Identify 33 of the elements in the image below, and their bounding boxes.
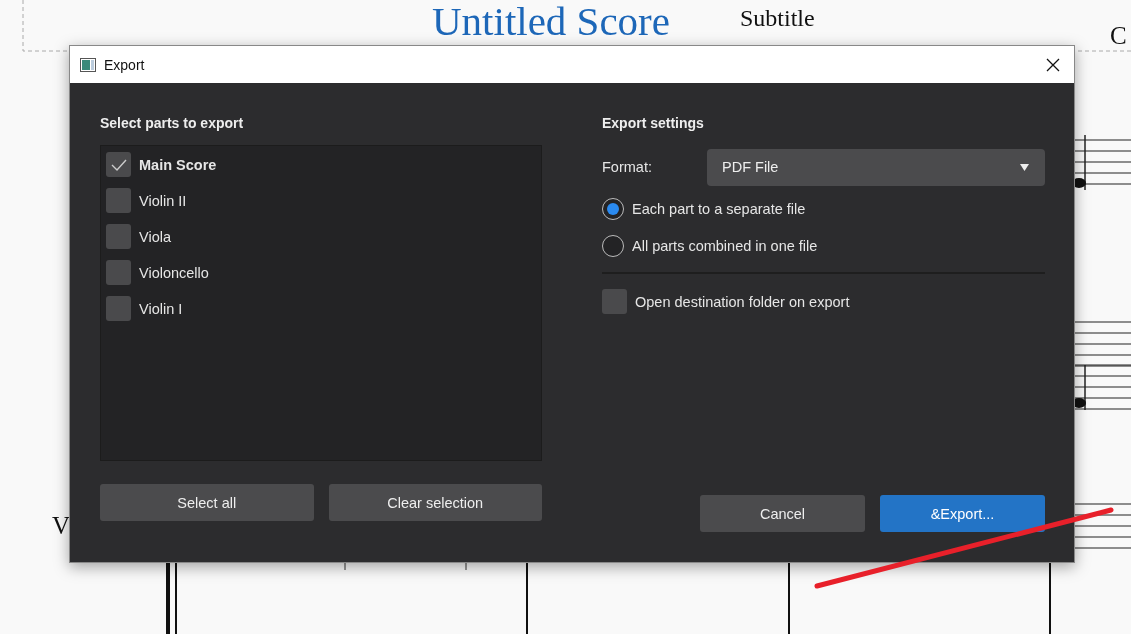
select-all-button[interactable]: Select all — [100, 484, 314, 521]
cancel-button[interactable]: Cancel — [700, 495, 865, 532]
part-label[interactable]: Viola — [139, 228, 171, 245]
radio-label[interactable]: All parts combined in one file — [632, 238, 818, 254]
part-label[interactable]: Violoncello — [139, 264, 209, 281]
export-button[interactable]: &Export... — [880, 495, 1045, 532]
section-heading: Export settings — [602, 115, 704, 131]
dropdown-arrow-icon — [1020, 163, 1029, 171]
close-icon[interactable] — [1046, 57, 1060, 72]
radio-button[interactable] — [602, 235, 624, 257]
radio-button[interactable] — [602, 198, 624, 220]
checkbox[interactable] — [106, 224, 131, 249]
format-dropdown[interactable]: PDF File — [707, 148, 1045, 186]
part-label[interactable]: Violin II — [139, 192, 187, 209]
instrument-label: V — [52, 512, 71, 540]
section-heading: Select parts to export — [100, 115, 244, 131]
format-label: Format: — [602, 159, 653, 175]
check-icon — [109, 157, 128, 172]
checkbox[interactable] — [106, 296, 131, 321]
clear-selection-button[interactable]: Clear selection — [328, 484, 542, 521]
window-title: Export — [104, 56, 146, 73]
composer-text: C — [1110, 22, 1127, 50]
radio-label[interactable]: Each part to a separate file — [632, 201, 806, 217]
checkbox-label[interactable]: Open destination folder on export — [635, 293, 850, 310]
checkbox[interactable] — [106, 188, 131, 213]
part-label[interactable]: Violin I — [139, 300, 183, 317]
part-label[interactable]: Main Score — [139, 156, 217, 173]
checkbox[interactable] — [106, 152, 131, 177]
checkbox[interactable] — [106, 260, 131, 285]
app-icon — [80, 57, 96, 72]
score-title: Untitled Score — [432, 0, 670, 43]
score-subtitle: Subtitle — [740, 4, 815, 32]
checkbox[interactable] — [602, 289, 627, 314]
